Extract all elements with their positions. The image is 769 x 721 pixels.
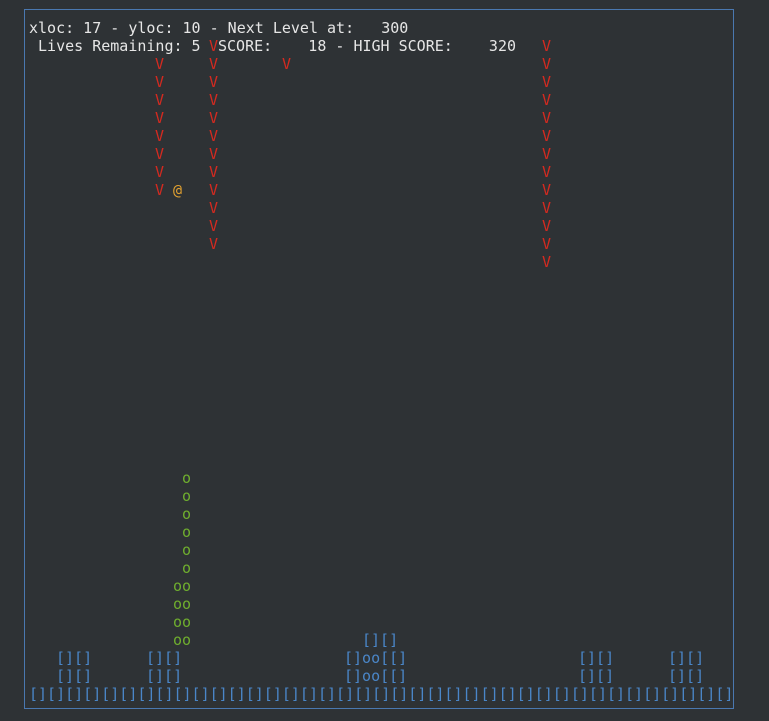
bunker-block: []oo[[] [344,667,408,685]
enemy-invader: V [155,109,165,127]
bunker-block: [][] [56,649,93,667]
enemy-invader: V [542,109,552,127]
enemy-invader: V [209,145,219,163]
player-bullet: oo [173,595,192,613]
bunker-block: [][] [578,667,615,685]
game-field: xloc: 17 - yloc: 10 - Next Level at: 300… [0,0,769,721]
enemy-invader: V [209,127,219,145]
enemy-invader: V [542,73,552,91]
bunker-block: [][] [56,667,93,685]
enemy-invader: V [542,253,552,271]
enemy-invader: V [209,235,219,253]
enemy-invader: V [542,181,552,199]
enemy-invader: V [542,55,552,73]
player-bullet: o [182,469,192,487]
enemy-invader: V [282,55,292,73]
enemy-invader: V [209,181,219,199]
player-bullet: o [182,541,192,559]
player-bullet: oo [173,577,192,595]
bunker-block: []oo[[] [344,649,408,667]
bunker-block: [][] [146,667,183,685]
player-bullet: o [182,523,192,541]
enemy-invader: V [209,163,219,181]
bunker-block: [][] [668,667,705,685]
enemy-invader: V [542,199,552,217]
enemy-invader: V [542,37,552,55]
enemy-invader: V [209,199,219,217]
enemy-invader: V [542,217,552,235]
bunker-block: [][] [146,649,183,667]
player-bullet: o [182,487,192,505]
enemy-invader: V [542,91,552,109]
enemy-invader: V [209,37,219,55]
player-ship: @ [173,181,183,199]
enemy-invader: V [155,55,165,73]
enemy-invader: V [542,163,552,181]
player-bullet: o [182,559,192,577]
lives-remaining: Lives Remaining: 5 [29,37,210,55]
ground-row: [][][][][][][][][][][][][][][][][][][][]… [29,685,734,703]
enemy-invader: V [542,235,552,253]
player-bullet: oo [173,613,192,631]
enemy-invader: V [155,163,165,181]
enemy-invader: V [155,73,165,91]
enemy-invader: V [542,145,552,163]
player-bullet: o [182,505,192,523]
enemy-invader: V [155,91,165,109]
enemy-invader: V [209,109,219,127]
bunker-block: [][] [668,649,705,667]
enemy-invader: V [209,91,219,109]
player-bullet: oo [173,631,192,649]
enemy-invader: V [155,145,165,163]
score-readout: SCORE: 18 - HIGH SCORE: 320 [218,37,517,55]
enemy-invader: V [542,127,552,145]
bunker-block: [][] [362,631,399,649]
bunker-block: [][] [578,649,615,667]
enemy-invader: V [155,181,165,199]
enemy-invader: V [209,55,219,73]
enemy-invader: V [209,217,219,235]
position-readout: xloc: 17 - yloc: 10 - Next Level at: 300 [29,19,409,37]
enemy-invader: V [155,127,165,145]
enemy-invader: V [209,73,219,91]
